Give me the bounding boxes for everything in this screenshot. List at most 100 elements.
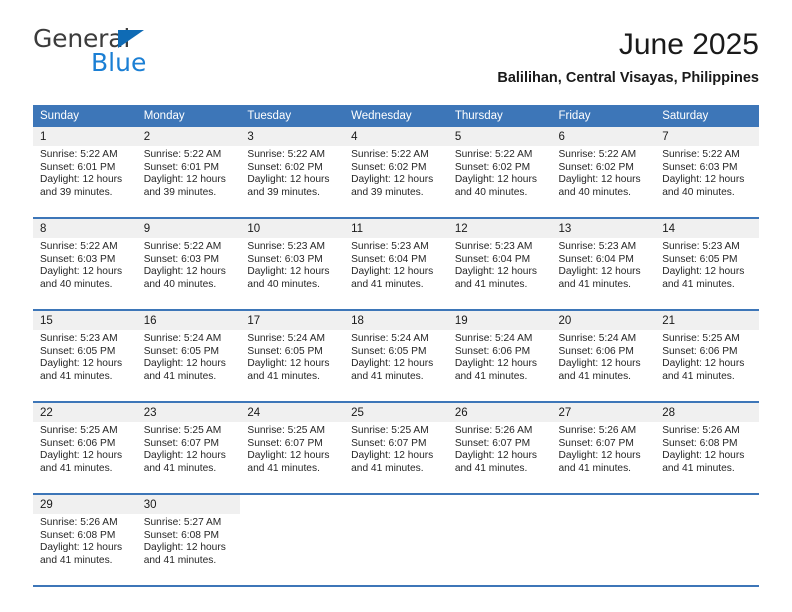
sunrise-text: Sunrise: 5:26 AM [454,425,533,436]
day-cell[interactable]: 12 Sunrise: 5:23 AM Sunset: 6:04 PM Dayligh… [447,217,552,310]
day-cell[interactable]: 27 Sunrise: 5:26 AM Sunset: 6:07 PM Dayligh… [551,401,656,494]
sunrise-text: Sunrise: 5:25 AM [247,425,325,436]
daylight-text: Daylight: 12 hours and 39 minutes. [143,174,226,198]
day-details: Sunrise: 5:24 AM Sunset: 6:05 PM Daylight:… [137,330,241,383]
day-cell[interactable]: 1 Sunrise: 5:22 AM Sunset: 6:01 PM Daylight… [33,127,137,218]
daylight-text: Daylight: 12 hours and 41 minutes. [247,358,330,382]
day-cell[interactable]: 8 Sunrise: 5:22 AM Sunset: 6:03 PM Daylight… [33,217,137,310]
day-cell[interactable]: 3 Sunrise: 5:22 AM Sunset: 6:02 PM Daylight… [240,127,345,218]
day-cell[interactable]: 17 Sunrise: 5:24 AM Sunset: 6:05 PM Dayligh… [240,309,345,402]
daylight-text: Daylight: 12 hours and 39 minutes. [247,174,330,198]
daylight-text: Daylight: 12 hours and 39 minutes. [40,174,123,198]
day-cell[interactable]: 29 Sunrise: 5:26 AM Sunset: 6:08 PM Dayligh… [33,493,137,587]
daylight-text: Daylight: 12 hours and 40 minutes. [662,174,745,198]
sunset-text: Sunset: 6:07 PM [454,437,531,449]
daylight-text: Daylight: 12 hours and 40 minutes. [558,174,641,198]
day-details: Sunrise: 5:27 AM Sunset: 6:08 PM Daylight:… [137,514,241,567]
week-row: 15 Sunrise: 5:23 AM Sunset: 6:05 PM Dayligh… [33,309,759,402]
weekday-header-saturday: Saturday [655,105,759,127]
day-cell[interactable]: 28 Sunrise: 5:26 AM Sunset: 6:08 PM Dayligh… [655,401,759,494]
day-cell[interactable]: 18 Sunrise: 5:24 AM Sunset: 6:05 PM Dayligh… [344,309,448,402]
day-details: Sunrise: 5:22 AM Sunset: 6:02 PM Daylight:… [448,146,552,199]
day-number [240,495,344,514]
sunrise-text: Sunrise: 5:25 AM [662,333,740,344]
day-cell[interactable]: 19 Sunrise: 5:24 AM Sunset: 6:06 PM Dayligh… [447,309,552,402]
sunrise-text: Sunrise: 5:22 AM [558,149,637,160]
sunrise-text: Sunrise: 5:25 AM [40,425,118,436]
daylight-text: Daylight: 12 hours and 41 minutes. [351,450,434,474]
day-cell[interactable]: 23 Sunrise: 5:25 AM Sunset: 6:07 PM Dayligh… [136,401,241,494]
day-details: Sunrise: 5:22 AM Sunset: 6:01 PM Daylight:… [33,146,137,199]
day-details: Sunrise: 5:25 AM Sunset: 6:07 PM Daylight:… [137,422,241,475]
sunrise-text: Sunrise: 5:27 AM [143,517,222,528]
day-cell[interactable]: 5 Sunrise: 5:22 AM Sunset: 6:02 PM Daylight… [447,127,552,218]
sunrise-text: Sunrise: 5:23 AM [558,241,637,252]
daylight-text: Daylight: 12 hours and 41 minutes. [143,358,226,382]
day-cell[interactable]: 25 Sunrise: 5:25 AM Sunset: 6:07 PM Dayligh… [344,401,448,494]
sunrise-text: Sunrise: 5:22 AM [143,241,222,252]
weekday-header-wednesday: Wednesday [344,105,448,127]
day-cell[interactable]: 30 Sunrise: 5:27 AM Sunset: 6:08 PM Dayligh… [136,493,241,587]
day-cell[interactable]: 24 Sunrise: 5:25 AM Sunset: 6:07 PM Dayligh… [240,401,345,494]
day-cell[interactable]: 2 Sunrise: 5:22 AM Sunset: 6:01 PM Daylight… [136,127,241,218]
day-cell[interactable]: 16 Sunrise: 5:24 AM Sunset: 6:05 PM Dayligh… [136,309,241,402]
day-number: 11 [344,219,448,238]
day-details: Sunrise: 5:23 AM Sunset: 6:04 PM Daylight:… [448,238,552,291]
day-details: Sunrise: 5:25 AM Sunset: 6:06 PM Daylight:… [655,330,759,383]
day-details: Sunrise: 5:25 AM Sunset: 6:06 PM Daylight:… [33,422,137,475]
daylight-text: Daylight: 12 hours and 41 minutes. [454,450,537,474]
day-cell-empty [447,493,552,587]
sunrise-text: Sunrise: 5:22 AM [662,149,740,160]
day-number: 13 [551,219,656,238]
day-details: Sunrise: 5:22 AM Sunset: 6:03 PM Daylight:… [655,146,759,199]
daylight-text: Daylight: 12 hours and 41 minutes. [662,450,745,474]
sunset-text: Sunset: 6:06 PM [40,437,116,449]
sunset-text: Sunset: 6:01 PM [40,161,116,173]
sunset-text: Sunset: 6:02 PM [454,161,531,173]
sunset-text: Sunset: 6:04 PM [454,253,531,265]
sunrise-text: Sunrise: 5:22 AM [40,241,118,252]
day-details: Sunrise: 5:22 AM Sunset: 6:03 PM Daylight:… [33,238,137,291]
week-row: 8 Sunrise: 5:22 AM Sunset: 6:03 PM Daylight… [33,217,759,310]
calendar-page: General Blue June 2025 Balilihan, Centra… [0,0,792,612]
week-row: 1 Sunrise: 5:22 AM Sunset: 6:01 PM Daylight… [33,127,759,218]
day-cell[interactable]: 22 Sunrise: 5:25 AM Sunset: 6:06 PM Dayligh… [33,401,137,494]
location-subtitle: Balilihan, Central Visayas, Philippines [497,70,759,86]
day-cell[interactable]: 21 Sunrise: 5:25 AM Sunset: 6:06 PM Dayligh… [655,309,759,402]
day-number: 29 [33,495,137,514]
day-number: 1 [33,127,137,146]
day-details: Sunrise: 5:23 AM Sunset: 6:05 PM Daylight:… [33,330,137,383]
day-cell[interactable]: 11 Sunrise: 5:23 AM Sunset: 6:04 PM Dayligh… [344,217,448,310]
day-cell[interactable]: 13 Sunrise: 5:23 AM Sunset: 6:04 PM Dayligh… [551,217,656,310]
sunset-text: Sunset: 6:02 PM [558,161,634,173]
sunset-text: Sunset: 6:05 PM [143,345,220,357]
weekday-header-row: Sunday Monday Tuesday Wednesday Thursday… [33,105,759,127]
day-details: Sunrise: 5:22 AM Sunset: 6:03 PM Daylight:… [137,238,241,291]
weekday-header-friday: Friday [551,105,656,127]
sunrise-text: Sunrise: 5:25 AM [143,425,222,436]
sunset-text: Sunset: 6:05 PM [662,253,738,265]
day-cell[interactable]: 10 Sunrise: 5:23 AM Sunset: 6:03 PM Dayligh… [240,217,345,310]
day-cell-empty [551,493,656,587]
day-cell[interactable]: 26 Sunrise: 5:26 AM Sunset: 6:07 PM Dayligh… [447,401,552,494]
general-blue-logo[interactable]: General Blue [33,26,253,86]
day-number: 5 [447,127,552,146]
day-cell[interactable]: 15 Sunrise: 5:23 AM Sunset: 6:05 PM Dayligh… [33,309,137,402]
day-cell[interactable]: 9 Sunrise: 5:22 AM Sunset: 6:03 PM Daylight… [136,217,241,310]
day-details: Sunrise: 5:22 AM Sunset: 6:02 PM Daylight:… [552,146,656,199]
day-number: 15 [33,311,137,330]
day-cell[interactable]: 20 Sunrise: 5:24 AM Sunset: 6:06 PM Dayligh… [551,309,656,402]
day-number: 20 [551,311,656,330]
day-cell-empty [655,493,759,587]
sunset-text: Sunset: 6:07 PM [143,437,220,449]
day-cell[interactable]: 14 Sunrise: 5:23 AM Sunset: 6:05 PM Dayligh… [655,217,759,310]
daylight-text: Daylight: 12 hours and 41 minutes. [247,450,330,474]
day-cell[interactable]: 4 Sunrise: 5:22 AM Sunset: 6:02 PM Daylight… [344,127,448,218]
sunset-text: Sunset: 6:08 PM [662,437,738,449]
day-cell[interactable]: 6 Sunrise: 5:22 AM Sunset: 6:02 PM Daylight… [551,127,656,218]
day-number: 2 [136,127,241,146]
day-cell[interactable]: 7 Sunrise: 5:22 AM Sunset: 6:03 PM Daylight… [655,127,759,218]
day-cell-empty [240,493,345,587]
sunset-text: Sunset: 6:03 PM [143,253,220,265]
sunrise-text: Sunrise: 5:23 AM [662,241,740,252]
